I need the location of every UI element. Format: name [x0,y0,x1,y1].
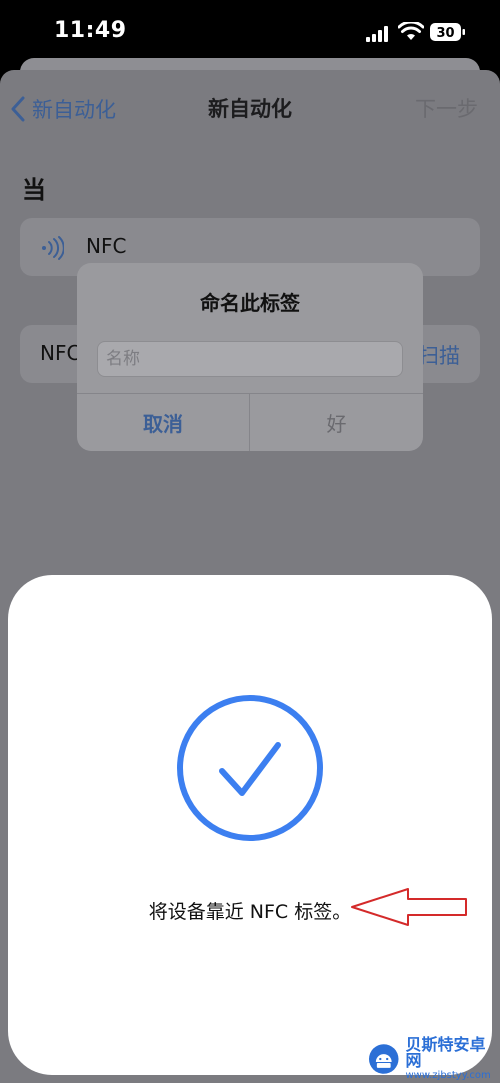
watermark-name: 贝斯特安卓网 [405,1035,486,1070]
watermark-url: www.zjbstyy.com [405,1070,491,1081]
arrow-annotation-icon [351,888,467,926]
status-time: 11:49 [54,18,127,43]
ok-button[interactable]: 好 [250,394,423,451]
watermark: 贝斯特安卓网 www.zjbstyy.com [368,1037,500,1081]
scan-button[interactable]: 扫描 [418,340,460,370]
nfc-wave-icon [42,236,64,260]
watermark-logo-icon [368,1044,399,1074]
battery-level: 30 [436,26,454,41]
name-tag-alert: 命名此标签 取消 好 [77,263,423,451]
tag-name-input[interactable] [97,341,403,377]
section-label-when: 当 [22,176,46,204]
next-button[interactable]: 下一步 [415,94,478,124]
checkmark-circle-icon [177,695,323,841]
signal-icon [366,26,388,42]
cancel-button[interactable]: 取消 [77,394,249,451]
alert-title: 命名此标签 [200,291,300,315]
trigger-label: NFC [86,234,127,258]
battery-icon: 30 [430,23,465,41]
wifi-icon [398,22,424,40]
scan-row-label: NFC [40,341,81,365]
nfc-scan-sheet: 将设备靠近 NFC 标签。 [8,575,492,1075]
